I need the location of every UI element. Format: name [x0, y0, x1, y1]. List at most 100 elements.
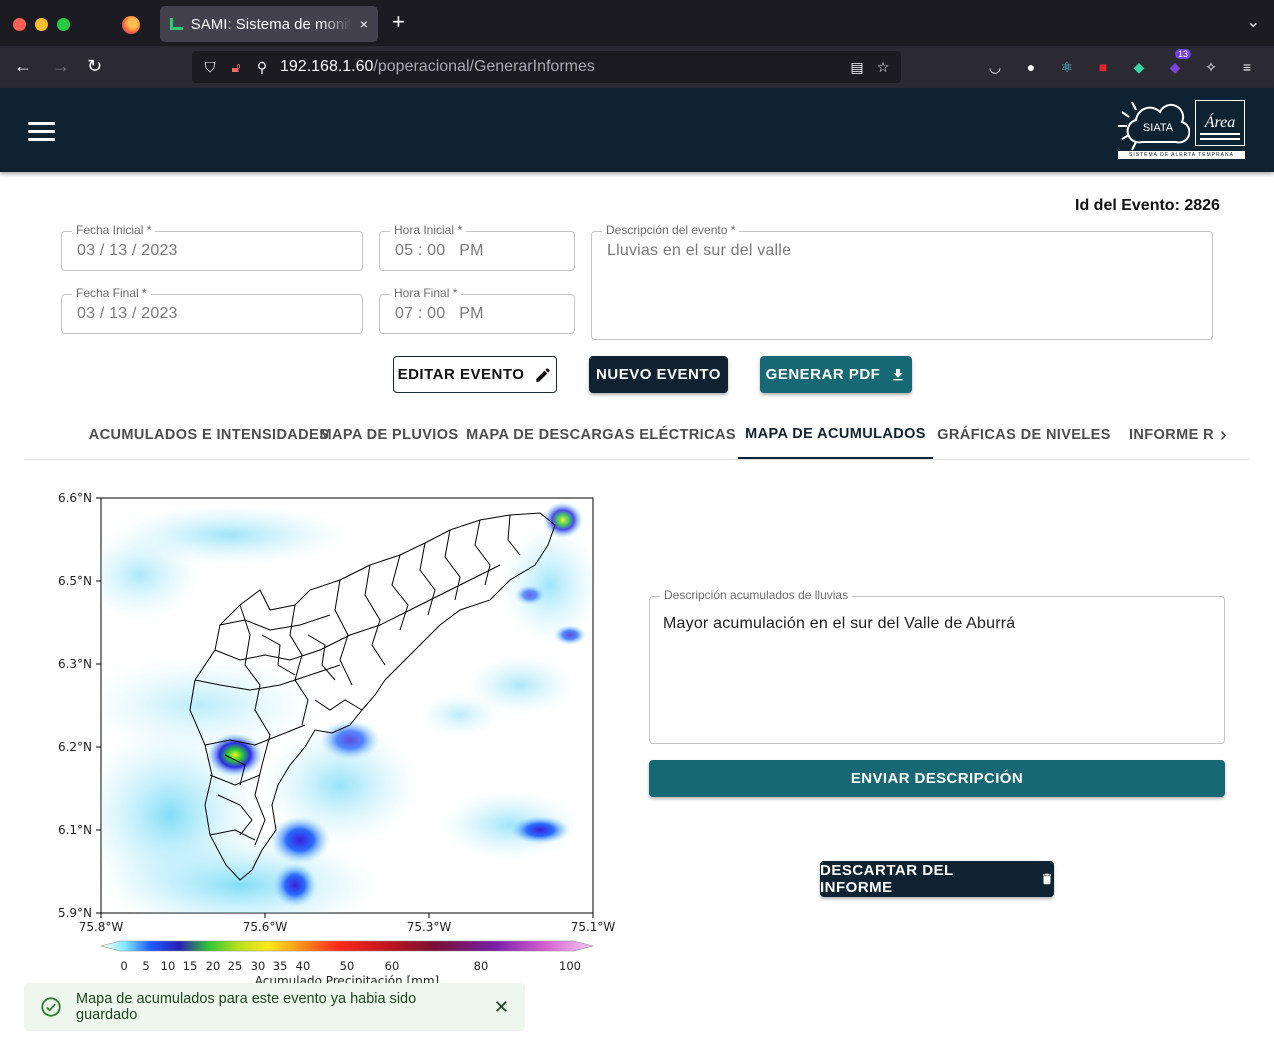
colorbar-tick: 35	[273, 959, 288, 973]
colorbar-tick: 0	[120, 959, 127, 973]
colorbar-tick: 80	[474, 959, 489, 973]
fecha-inicial-field[interactable]: Fecha Inicial * 03 / 13 / 2023	[61, 223, 363, 271]
bookmark-star-icon[interactable]: ☆	[875, 59, 891, 76]
extension-gnome-icon[interactable]: ●	[1021, 57, 1041, 77]
descripcion-evento-field[interactable]: Descripción del evento * Lluvias en el s…	[591, 223, 1213, 340]
insecure-lock-icon[interactable]: 🔓︎	[228, 59, 244, 76]
reader-mode-icon[interactable]: ▤	[849, 59, 865, 76]
menu-icon[interactable]	[28, 122, 55, 146]
map-figure: 6.6°N 6.5°N 6.3°N 6.2°N 6.1°N 5.9°N 75.8…	[58, 491, 616, 988]
lat-label: 6.3°N	[58, 657, 92, 671]
fecha-final-label: Fecha Final *	[72, 286, 151, 300]
hora-final-label: Hora Final *	[390, 286, 462, 300]
minimize-window-button[interactable]	[35, 18, 48, 31]
reload-icon[interactable]: ↻	[87, 56, 102, 76]
colorbar-tick: 20	[206, 959, 221, 973]
hora-inicial-value[interactable]: 05 : 00 PM	[395, 242, 484, 260]
extensions-puzzle-icon[interactable]: ✧	[1201, 57, 1221, 77]
tab-graficas-niveles[interactable]: GRÁFICAS DE NIVELES	[937, 410, 1110, 459]
nuevo-evento-button[interactable]: NUEVO EVENTO	[589, 356, 728, 393]
fecha-final-field[interactable]: Fecha Final * 03 / 13 / 2023	[61, 286, 363, 334]
check-circle-icon	[41, 997, 61, 1017]
tab-mapa-acumulados[interactable]: MAPA DE ACUMULADOS	[738, 410, 933, 459]
logo-strip-text: SISTEMA DE ALERTA TEMPRANA	[1118, 151, 1245, 159]
success-snackbar: Mapa de acumulados para este evento ya h…	[24, 983, 525, 1031]
lat-label: 6.5°N	[58, 574, 92, 588]
fecha-final-value[interactable]: 03 / 13 / 2023	[77, 305, 178, 323]
precipitation-map: 6.6°N 6.5°N 6.3°N 6.2°N 6.1°N 5.9°N 75.8…	[40, 485, 630, 988]
close-window-button[interactable]	[13, 18, 26, 31]
generar-pdf-button[interactable]: GENERAR PDF	[760, 356, 912, 393]
enviar-descripcion-label: ENVIAR DESCRIPCIÓN	[850, 770, 1024, 787]
svg-text:SIATA: SIATA	[1143, 122, 1174, 134]
descripcion-evento-label: Descripción del evento *	[602, 223, 740, 237]
url-bar[interactable]: ⛉ 🔓︎ ⚲ 192.168.1.60/poperacional/Generar…	[192, 51, 901, 83]
svg-text:Área: Área	[1204, 112, 1236, 131]
menu-hamburger-icon[interactable]: ≡	[1237, 57, 1257, 77]
lon-label: 75.1°W	[571, 920, 616, 934]
editar-evento-label: EDITAR EVENTO	[397, 366, 525, 383]
tab-scroll-right-icon[interactable]: ›	[1220, 424, 1227, 447]
descripcion-acumulados-label: Descripción acumulados de lluvias	[660, 588, 853, 602]
extension-badge: 13	[1174, 49, 1191, 59]
nuevo-evento-label: NUEVO EVENTO	[596, 366, 721, 383]
colorbar-tick: 60	[385, 959, 400, 973]
lat-label: 6.1°N	[58, 823, 92, 837]
maximize-window-button[interactable]	[57, 18, 70, 31]
permissions-icon[interactable]: ⚲	[254, 59, 270, 76]
lon-label: 75.3°W	[407, 920, 452, 934]
firefox-icon[interactable]	[122, 16, 140, 34]
hora-inicial-field[interactable]: Hora Inicial * 05 : 00 PM	[379, 223, 575, 271]
colorbar-tick: 40	[296, 959, 311, 973]
snackbar-close-icon[interactable]: ✕	[494, 997, 509, 1018]
descripcion-evento-value[interactable]: Lluvias en el sur del valle	[607, 242, 791, 260]
colorbar-tick: 5	[142, 959, 149, 973]
colorbar	[99, 940, 595, 952]
lon-label: 75.8°W	[79, 920, 124, 934]
tab-close-icon[interactable]: ×	[360, 16, 368, 32]
extension-red-lock-icon[interactable]: ■	[1093, 57, 1113, 77]
browser-nav-bar: ← → ↻ ⛉ 🔓︎ ⚲ 192.168.1.60/poperacional/G…	[0, 46, 1274, 88]
enviar-descripcion-button[interactable]: ENVIAR DESCRIPCIÓN	[649, 760, 1225, 797]
browser-tab-title: SAMI: Sistema de monitoreo	[190, 15, 352, 33]
snackbar-message: Mapa de acumulados para este evento ya h…	[76, 991, 417, 1023]
pocket-icon[interactable]: ◡	[985, 57, 1005, 77]
descartar-informe-button[interactable]: DESCARTAR DEL INFORME	[820, 861, 1054, 897]
browser-tab-active[interactable]: SAMI: Sistema de monitoreo ×	[160, 6, 378, 42]
area-metropolitana-logo: Área	[1195, 100, 1245, 146]
url-text[interactable]: 192.168.1.60/poperacional/GenerarInforme…	[280, 58, 839, 76]
siata-logo: SIATA	[1118, 101, 1190, 151]
new-tab-button[interactable]: +	[392, 11, 405, 33]
download-icon	[893, 368, 904, 380]
editar-evento-button[interactable]: EDITAR EVENTO	[393, 356, 557, 393]
tab-informe[interactable]: INFORME R	[1129, 410, 1214, 459]
hora-final-field[interactable]: Hora Final * 07 : 00 PM	[379, 286, 575, 334]
fecha-inicial-value[interactable]: 03 / 13 / 2023	[77, 242, 178, 260]
app-header: SIATA Área SISTEMA DE ALERTA TEMPRANA	[0, 88, 1274, 172]
pencil-icon	[536, 367, 551, 382]
tab-acumulados-intensidades[interactable]: ACUMULADOS E INTENSIDADES	[64, 410, 354, 459]
extension-green-icon[interactable]: ◆	[1129, 57, 1149, 77]
lat-label: 6.6°N	[58, 491, 92, 505]
colorbar-tick: 50	[340, 959, 355, 973]
colorbar-tick: 25	[228, 959, 243, 973]
descripcion-acumulados-value[interactable]: Mayor acumulación en el sur del Valle de…	[663, 615, 1015, 633]
hora-final-value[interactable]: 07 : 00 PM	[395, 305, 484, 323]
hora-inicial-label: Hora Inicial *	[390, 223, 467, 237]
extension-purple-icon[interactable]: ◆ 13	[1165, 49, 1191, 77]
tab-list-chevron-icon[interactable]: ⌄	[1247, 12, 1260, 32]
descripcion-acumulados-field[interactable]: Descripción acumulados de lluvias Mayor …	[649, 588, 1225, 744]
lat-label: 6.2°N	[58, 740, 92, 754]
back-arrow-icon[interactable]: ←	[14, 56, 32, 76]
react-devtools-icon[interactable]: ⚛	[1057, 57, 1077, 77]
colorbar-tick: 30	[251, 959, 266, 973]
colorbar-tick: 10	[161, 959, 176, 973]
tab-mapa-pluvios[interactable]: MAPA DE PLUVIOS	[314, 410, 464, 459]
generar-pdf-label: GENERAR PDF	[765, 366, 881, 383]
shield-icon[interactable]: ⛉	[202, 59, 218, 76]
descartar-informe-label: DESCARTAR DEL INFORME	[820, 862, 954, 896]
tab-mapa-descargas[interactable]: MAPA DE DESCARGAS ELÉCTRICAS	[466, 410, 735, 459]
chart-favicon-icon	[170, 18, 183, 30]
forward-arrow-icon[interactable]: →	[52, 56, 70, 76]
fecha-inicial-label: Fecha Inicial *	[72, 223, 156, 237]
